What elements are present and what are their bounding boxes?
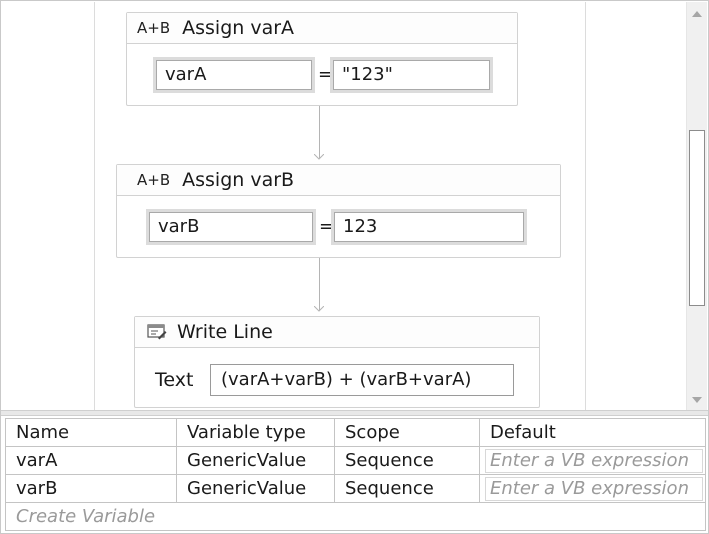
- arrow-down-icon: [314, 306, 324, 312]
- flow-connector: [319, 106, 320, 158]
- assign-value-field[interactable]: "123": [330, 57, 493, 93]
- scroll-up-arrow-icon[interactable]: [692, 10, 702, 18]
- write-line-text-field[interactable]: (varA+varB) + (varB+varA): [210, 364, 514, 396]
- variable-default-cell[interactable]: Enter a VB expression: [479, 446, 706, 475]
- vertical-scrollbar[interactable]: [686, 2, 707, 410]
- table-header-row: Name Variable type Scope Default: [5, 418, 706, 447]
- sequence-border-left: [94, 2, 95, 410]
- scroll-down-arrow-icon[interactable]: [692, 396, 702, 404]
- activity-title: Assign varA: [182, 17, 295, 39]
- assign-to-field[interactable]: varB: [146, 209, 316, 245]
- arrow-down-icon: [314, 154, 324, 160]
- assign-varB-activity[interactable]: A+B Assign varB varB = 123: [116, 164, 561, 258]
- assign-icon: A+B: [137, 171, 171, 189]
- variable-scope-cell[interactable]: Sequence: [334, 446, 480, 475]
- variable-name-cell[interactable]: varA: [5, 446, 177, 475]
- create-variable-link[interactable]: Create Variable: [5, 502, 706, 531]
- variable-type-cell[interactable]: GenericValue: [176, 446, 335, 475]
- assign-icon: A+B: [137, 19, 171, 37]
- sequence-border-right: [585, 2, 586, 410]
- write-line-activity[interactable]: Write Line Text (varA+varB) + (varB+varA…: [134, 316, 540, 408]
- default-expression-input[interactable]: Enter a VB expression: [485, 477, 703, 501]
- panel-splitter[interactable]: [1, 410, 708, 416]
- column-header-scope[interactable]: Scope: [334, 418, 480, 447]
- column-header-default[interactable]: Default: [479, 418, 706, 447]
- activity-title: Write Line: [177, 321, 273, 343]
- variables-table: Name Variable type Scope Default varA Ge…: [5, 418, 706, 531]
- variable-scope-cell[interactable]: Sequence: [334, 474, 480, 503]
- assign-varA-activity[interactable]: A+B Assign varA varA = "123": [126, 12, 518, 106]
- write-line-icon: [147, 324, 167, 340]
- assign-varB-header[interactable]: A+B Assign varB: [117, 165, 560, 196]
- write-line-header[interactable]: Write Line: [135, 317, 539, 348]
- activity-title: Assign varB: [182, 169, 295, 191]
- variable-type-cell[interactable]: GenericValue: [176, 474, 335, 503]
- designer-canvas[interactable]: A+B Assign varA varA = "123" A+B Assign …: [2, 2, 685, 410]
- column-header-type[interactable]: Variable type: [176, 418, 335, 447]
- table-row[interactable]: varA GenericValue Sequence Enter a VB ex…: [5, 446, 706, 475]
- create-variable-row[interactable]: Create Variable: [5, 502, 706, 531]
- default-expression-input[interactable]: Enter a VB expression: [485, 449, 703, 473]
- assign-value-field[interactable]: 123: [331, 209, 527, 245]
- table-row[interactable]: varB GenericValue Sequence Enter a VB ex…: [5, 474, 706, 503]
- assign-to-field[interactable]: varA: [153, 57, 315, 93]
- assign-varA-header[interactable]: A+B Assign varA: [127, 13, 517, 44]
- column-header-name[interactable]: Name: [5, 418, 177, 447]
- variable-name-cell[interactable]: varB: [5, 474, 177, 503]
- flow-connector: [319, 258, 320, 310]
- workflow-designer-window: A+B Assign varA varA = "123" A+B Assign …: [0, 0, 709, 534]
- variable-default-cell[interactable]: Enter a VB expression: [479, 474, 706, 503]
- scrollbar-thumb[interactable]: [689, 130, 705, 306]
- write-line-text-label: Text: [155, 369, 194, 391]
